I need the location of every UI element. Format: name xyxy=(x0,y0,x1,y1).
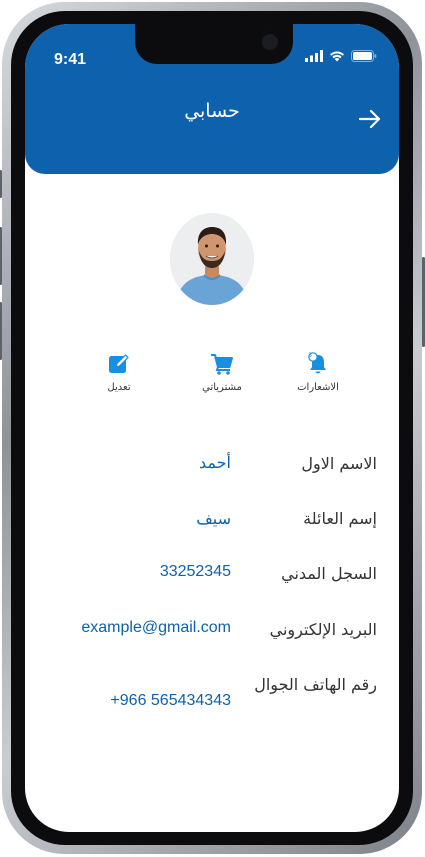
user-avatar-image xyxy=(170,213,254,305)
phone-bezel: 9:41 حسابي 3 الاشعارات مشترياتي تعديل ال… xyxy=(11,11,413,845)
phone-frame: 9:41 حسابي 3 الاشعارات مشترياتي تعديل ال… xyxy=(0,2,425,854)
battery-icon xyxy=(351,50,377,62)
cart-icon xyxy=(211,354,233,375)
notch xyxy=(135,24,293,64)
edit-icon xyxy=(109,354,129,373)
mute-switch xyxy=(0,170,2,198)
status-icons xyxy=(305,50,377,62)
signal-icon xyxy=(305,50,323,62)
notification-badge: 3 xyxy=(308,352,312,359)
first-name-label: الاسم الاول xyxy=(301,454,377,473)
edit-action[interactable]: تعديل xyxy=(74,352,164,393)
avatar[interactable] xyxy=(170,213,254,305)
email-label: البريد الإلكتروني xyxy=(269,620,377,639)
notifications-action[interactable]: 3 الاشعارات xyxy=(273,352,363,393)
last-name-value: سيف xyxy=(196,511,231,528)
email-value: example@gmail.com xyxy=(81,619,231,636)
edit-label: تعديل xyxy=(107,382,131,393)
screen: 9:41 حسابي 3 الاشعارات مشترياتي تعديل ال… xyxy=(25,24,399,832)
last-name-label: إسم العائلة xyxy=(303,509,377,528)
notifications-label: الاشعارات xyxy=(297,382,339,393)
volume-up-button xyxy=(0,227,2,285)
volume-down-button xyxy=(0,302,2,360)
arrow-right-icon[interactable] xyxy=(357,106,383,132)
status-time: 9:41 xyxy=(54,51,87,68)
civil-id-label: السجل المدني xyxy=(281,564,377,583)
page-title: حسابي xyxy=(184,100,240,122)
mobile-value: +966 565434343 xyxy=(110,692,231,709)
purchases-label: مشترياتي xyxy=(202,382,242,393)
purchases-action[interactable]: مشترياتي xyxy=(177,352,267,393)
first-name-value: أحمد xyxy=(199,455,231,472)
mobile-label: رقم الهاتف الجوال xyxy=(254,675,377,694)
civil-id-value: 33252345 xyxy=(159,563,231,580)
wifi-icon xyxy=(330,51,344,62)
front-camera xyxy=(259,31,281,53)
